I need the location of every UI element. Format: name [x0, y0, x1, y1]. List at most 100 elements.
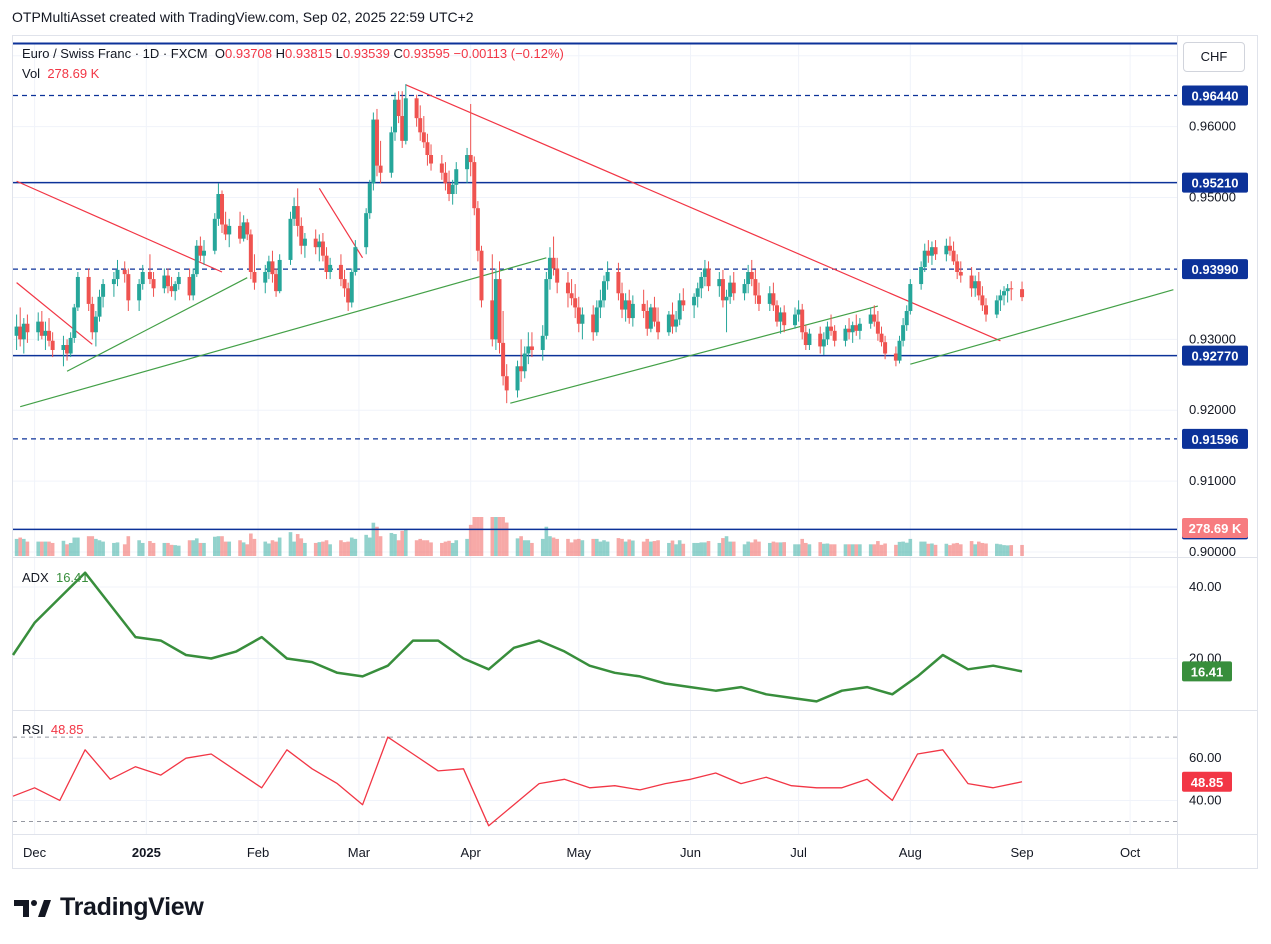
x-tick-label: Dec	[23, 845, 47, 860]
volume-bar	[148, 541, 152, 556]
candle-body	[493, 279, 498, 340]
x-tick-label: Apr	[461, 845, 482, 860]
volume-bar	[681, 543, 686, 556]
volume-bar	[270, 540, 275, 556]
candle-body	[829, 326, 834, 331]
candle-body	[742, 284, 747, 294]
volume-bar	[274, 541, 278, 556]
candle-body	[371, 119, 376, 184]
volume-bar	[951, 543, 956, 556]
candle-body	[338, 264, 343, 280]
y-tick-label: 40.00	[1189, 579, 1222, 594]
candle-body	[879, 333, 884, 343]
volume-bar	[324, 540, 329, 556]
rsi-legend[interactable]: RSI 48.85	[22, 722, 83, 737]
volume-bar	[775, 542, 779, 556]
volume-bar	[90, 536, 95, 556]
volume-bar	[540, 538, 545, 556]
candle-body	[122, 269, 127, 275]
volume-bar	[375, 526, 379, 556]
candle-body	[674, 319, 679, 327]
volume-bar	[22, 538, 26, 556]
candle-body	[263, 271, 268, 283]
candle-body	[616, 271, 621, 294]
volume-bar	[479, 517, 484, 556]
ohlc-o-label: O	[214, 46, 225, 61]
candle-body	[904, 310, 909, 326]
volume-bar	[850, 544, 855, 556]
candle-body	[328, 264, 333, 272]
candle-body	[681, 300, 686, 306]
volume-bar	[919, 541, 923, 556]
volume-bar	[995, 543, 999, 556]
tradingview-logo-icon	[14, 899, 51, 917]
level-label: 0.91596	[1192, 432, 1239, 447]
volume-bar	[858, 544, 862, 556]
candle-body	[248, 234, 253, 272]
volume-bar	[749, 542, 754, 556]
candle-body	[302, 238, 307, 246]
candle-body	[598, 300, 603, 308]
candle-body	[176, 276, 181, 285]
volume-bar	[677, 540, 682, 556]
candle-body	[169, 286, 174, 292]
candle-body	[955, 261, 960, 272]
volume-bar	[753, 539, 758, 556]
candle-body	[21, 323, 26, 340]
candle-body	[875, 321, 880, 334]
volume-bar	[191, 540, 195, 556]
tradingview-brand[interactable]: TradingView	[14, 893, 204, 922]
candle-body	[140, 271, 145, 285]
volume-bar	[65, 544, 69, 556]
volume-bar	[771, 541, 776, 556]
candle-body	[414, 98, 419, 119]
candle-body	[374, 119, 379, 166]
candle-body	[706, 268, 711, 287]
candle-body	[238, 225, 243, 239]
candle-body	[602, 281, 607, 301]
candle-body	[245, 222, 250, 235]
volume-bar	[602, 540, 606, 556]
volume-bar	[112, 542, 116, 556]
volume-bar	[267, 543, 271, 556]
candle-body	[724, 296, 729, 301]
volume-bar	[213, 536, 217, 556]
candle-body	[220, 194, 225, 225]
candle-body	[807, 333, 812, 346]
candle-body	[50, 340, 55, 350]
volume-bar	[616, 538, 621, 556]
volume-bar	[706, 541, 711, 556]
volume-bar	[922, 541, 927, 556]
volume-bar	[378, 536, 383, 556]
level-label: 0.95210	[1192, 176, 1239, 191]
adx-legend[interactable]: ADX 16.41	[22, 570, 89, 585]
volume-bar	[169, 544, 174, 556]
ohlc-c-value: 0.93595	[402, 46, 450, 61]
volume-bar	[573, 539, 577, 556]
candle-body	[320, 241, 325, 256]
volume-legend[interactable]: Vol 278.69 K	[22, 66, 99, 81]
volume-bar	[400, 530, 405, 556]
y-tick-label: 0.91000	[1189, 473, 1236, 488]
candle-body	[93, 316, 98, 333]
candle-body	[472, 162, 477, 209]
symbol-legend[interactable]: Euro / Swiss Franc · 1D · FXCM O0.93708 …	[22, 46, 564, 61]
ohlc-l-label: L	[335, 46, 343, 61]
volume-bar	[299, 538, 304, 556]
volume-last-label: 278.69 K	[1189, 521, 1242, 536]
volume-bar	[162, 542, 167, 556]
chart-canvas[interactable]: 40.0020.0016.41 60.0040.0048.85 Dec 2025 F…	[0, 0, 1271, 944]
volume-bar	[476, 517, 480, 556]
currency-button[interactable]: CHF	[1183, 42, 1245, 72]
candle-body	[111, 279, 116, 285]
candle-body	[346, 288, 351, 303]
candle-body	[569, 293, 574, 299]
candle-body	[980, 295, 985, 306]
candle-body	[68, 337, 73, 354]
volume-bar	[530, 542, 534, 556]
volume-bar	[894, 544, 898, 556]
candle-body	[922, 250, 927, 268]
ohlc-c-label: C	[393, 46, 403, 61]
volume-bar	[349, 537, 354, 556]
candle-body	[901, 325, 906, 341]
